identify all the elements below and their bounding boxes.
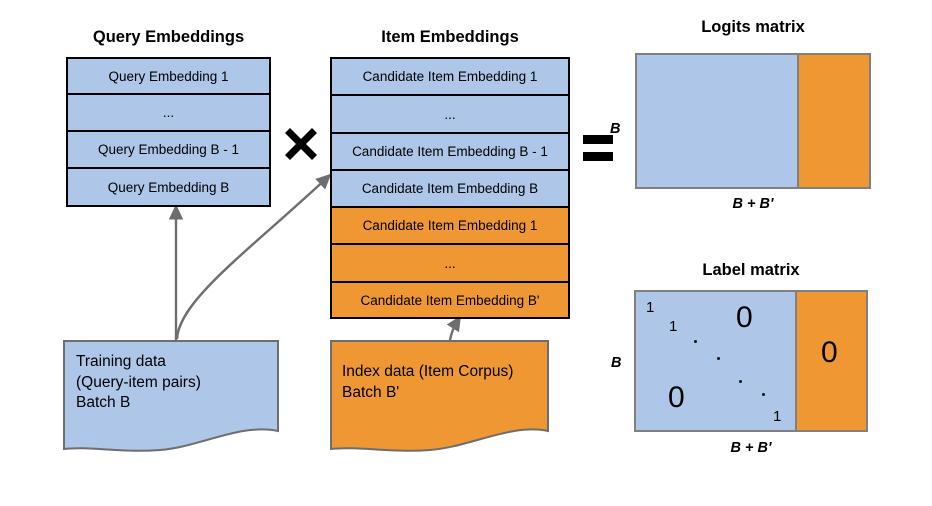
logits-matrix-col-label: B + B' (732, 196, 774, 212)
multiply-x-icon (285, 128, 317, 160)
arrow-index-to-item (446, 315, 462, 341)
label-matrix-cell: 0 (736, 301, 753, 334)
logits-matrix-title: Logits matrix (701, 18, 805, 36)
logits-matrix-index-region (797, 55, 869, 187)
item-embedding-row: Candidate Item Embedding B - 1 (332, 134, 568, 171)
diagram-canvas: Query Embeddings Query Embedding 1 ... Q… (0, 0, 932, 506)
label-matrix-row-label: B (611, 355, 622, 371)
label-matrix-col-label: B + B' (730, 440, 772, 456)
logits-matrix-row-label: B (610, 121, 621, 137)
query-embedding-row: Query Embedding B - 1 (68, 132, 269, 169)
item-embedding-row: Candidate Item Embedding B' (332, 283, 568, 317)
query-embedding-row: Query Embedding 1 (68, 59, 269, 95)
item-embeddings-stack: Candidate Item Embedding 1 ... Candidate… (330, 57, 570, 319)
equals-icon (583, 135, 613, 161)
training-data-line2: (Query-item pairs) (76, 373, 201, 391)
index-data-label: Index data (Item Corpus) Batch B' (342, 362, 513, 403)
ellipsis-dot (717, 357, 720, 360)
item-embedding-row: ... (332, 96, 568, 134)
label-matrix-index-region: 0 (795, 292, 866, 430)
label-matrix-cell: 0 (821, 336, 838, 369)
index-data-line2: Batch B' (342, 383, 400, 401)
query-embeddings-title: Query Embeddings (92, 28, 245, 46)
item-embedding-row: Candidate Item Embedding 1 (332, 208, 568, 245)
training-data-line3: Batch B (76, 394, 131, 412)
item-embedding-row: Candidate Item Embedding B (332, 171, 568, 208)
query-embedding-row: ... (68, 95, 269, 132)
training-data-label: Training data (Query-item pairs) Batch B (76, 352, 201, 414)
logits-matrix (635, 53, 871, 189)
label-matrix-cell: 1 (669, 318, 678, 335)
query-embeddings-stack: Query Embedding 1 ... Query Embedding B … (66, 57, 271, 207)
item-embeddings-title: Item Embeddings (381, 28, 519, 46)
item-embedding-row: Candidate Item Embedding 1 (332, 59, 568, 96)
label-matrix-cell: 1 (773, 408, 782, 425)
query-embedding-row: Query Embedding B (68, 169, 269, 205)
label-matrix-cell: 0 (668, 381, 685, 414)
label-matrix-cell: 1 (646, 299, 655, 316)
logits-matrix-in-batch-region (637, 55, 797, 187)
label-matrix-in-batch-region: 1 1 0 0 1 (636, 292, 795, 430)
ellipsis-dot (739, 380, 742, 383)
index-data-line1: Index data (Item Corpus) (342, 363, 514, 380)
ellipsis-dot (694, 340, 697, 343)
label-matrix-title: Label matrix (702, 261, 800, 279)
training-data-line1: Training data (76, 353, 166, 370)
item-embedding-row: ... (332, 245, 568, 283)
label-matrix: 1 1 0 0 1 0 (634, 290, 868, 432)
ellipsis-dot (762, 393, 765, 396)
